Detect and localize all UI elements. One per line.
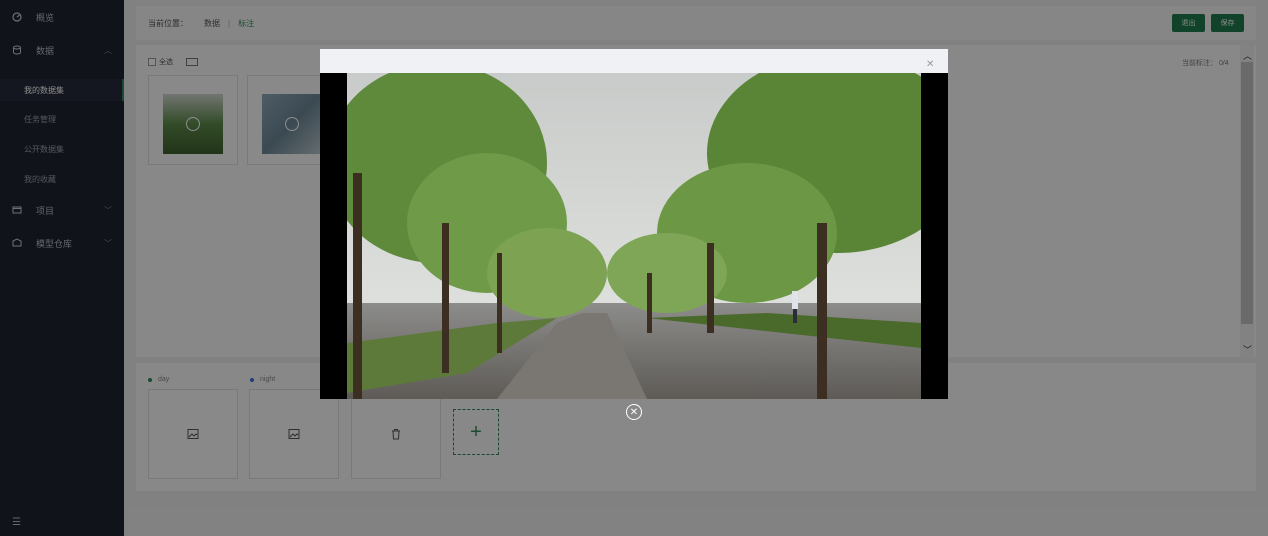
- modal-header: [320, 49, 948, 73]
- close-preview-icon[interactable]: ✕: [626, 404, 642, 420]
- close-icon[interactable]: ✕: [926, 59, 934, 70]
- video-player[interactable]: [347, 73, 921, 399]
- video-preview-modal: ✕: [320, 49, 948, 399]
- tree-lined-path-video-frame: [347, 73, 921, 399]
